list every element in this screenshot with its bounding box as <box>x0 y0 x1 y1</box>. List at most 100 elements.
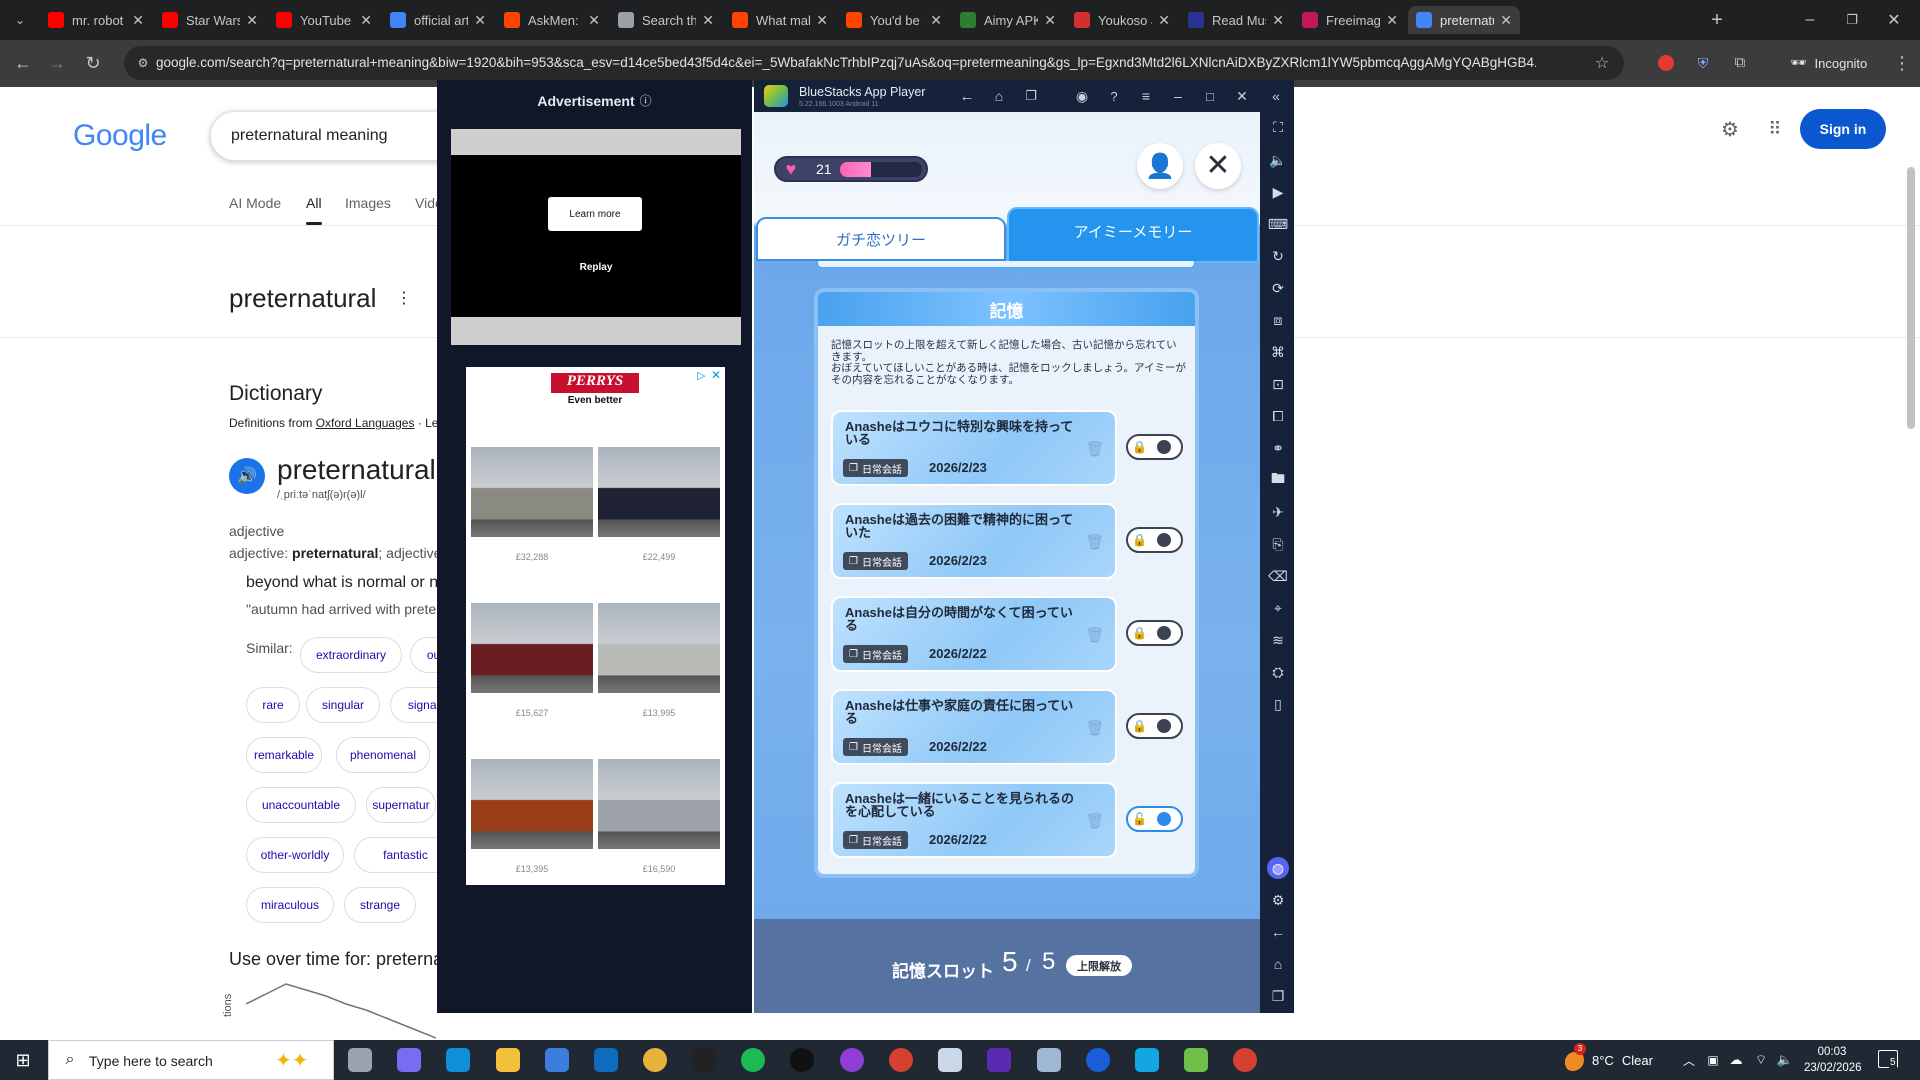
info-icon[interactable]: ⓘ <box>640 92 652 109</box>
browser-tab[interactable]: What make ✕ <box>724 6 836 34</box>
tab-aimy-memory[interactable]: アイミーメモリー <box>1007 207 1259 263</box>
discord-icon[interactable]: ◍ <box>1267 857 1289 879</box>
similar-word-chip[interactable]: strange <box>344 887 416 923</box>
minimize-icon[interactable]: – <box>1798 8 1822 32</box>
memory-card[interactable]: Anasheは過去の困難で精神的に困っていた ❐ 日常会話 2026/2/23 🗑 <box>831 503 1117 579</box>
similar-word-chip[interactable]: phenomenal <box>336 737 430 773</box>
app-glass-icon[interactable] <box>1037 1048 1061 1072</box>
store-icon[interactable] <box>545 1048 569 1072</box>
macro-icon[interactable]: ⌘ <box>1267 341 1289 363</box>
learn-more-button[interactable]: Learn more <box>548 197 642 231</box>
new-tab-button[interactable]: + <box>1706 9 1728 31</box>
adchoices-icon[interactable]: ▷ <box>697 369 705 382</box>
capture-icon[interactable]: ⧠ <box>1267 405 1289 427</box>
browser-tab[interactable]: AskMen: a ✕ <box>496 6 608 34</box>
memory-card[interactable]: Anasheは自分の時間がなくて困っている ❐ 日常会話 2026/2/22 🗑 <box>831 596 1117 672</box>
similar-word-chip[interactable]: unaccountable <box>246 787 356 823</box>
forward-icon[interactable]: → <box>46 52 68 74</box>
settings-gear-icon[interactable]: ⚙ <box>1718 117 1742 141</box>
close-tab-icon[interactable]: ✕ <box>132 12 144 29</box>
bs-home-icon[interactable]: ⌂ <box>989 86 1009 106</box>
close-tab-icon[interactable]: ✕ <box>246 12 258 29</box>
close-tab-icon[interactable]: ✕ <box>1386 12 1398 29</box>
sidebar-toggle-icon[interactable]: ▯ <box>1267 693 1289 715</box>
bs-recent-icon[interactable]: ❐ <box>1021 86 1041 106</box>
paint-icon[interactable] <box>938 1048 962 1072</box>
browser-tab[interactable]: Aimy APK ✕ <box>952 6 1064 34</box>
fullscreen-icon[interactable]: ⛶ <box>1267 116 1289 138</box>
bs-account-icon[interactable]: ◉ <box>1072 86 1092 106</box>
browser-tab[interactable]: You'd be s ✕ <box>838 6 950 34</box>
bs-help-icon[interactable]: ? <box>1104 86 1124 106</box>
file-explorer-icon[interactable] <box>496 1048 520 1072</box>
close-tab-icon[interactable]: ✕ <box>1044 12 1056 29</box>
browser-tab[interactable]: Freeimage ✕ <box>1294 6 1406 34</box>
bookmark-star-icon[interactable]: ☆ <box>1592 53 1612 73</box>
copilot-icon[interactable] <box>397 1048 421 1072</box>
sign-in-button[interactable]: Sign in <box>1800 109 1886 149</box>
volume-icon[interactable]: 🔈 <box>1776 1050 1794 1070</box>
home-icon[interactable]: ⌂ <box>1267 953 1289 975</box>
gamepad-icon[interactable]: ⧈ <box>1267 309 1289 331</box>
similar-word-chip[interactable]: extraordinary <box>300 637 402 673</box>
settings-alt-icon[interactable]: ⛭ <box>1267 661 1289 683</box>
page-scrollbar[interactable] <box>1907 167 1915 429</box>
chrome-alt-icon[interactable] <box>889 1048 913 1072</box>
source-link[interactable]: Oxford Languages <box>316 416 415 430</box>
trash-icon[interactable]: 🗑 <box>1085 812 1104 830</box>
extension-red-icon[interactable] <box>1658 55 1674 71</box>
menu-dots-icon[interactable]: ⋮ <box>1892 52 1912 74</box>
memory-card[interactable]: Anasheはユウコに特別な興味を持っている ❐ 日常会話 2026/2/23 🗑 <box>831 410 1117 486</box>
back-icon[interactable]: ← <box>12 52 34 74</box>
restore-icon[interactable]: ❐ <box>1840 8 1864 32</box>
back-icon[interactable]: ← <box>1267 921 1289 943</box>
spotify-icon[interactable] <box>741 1048 765 1072</box>
car-image[interactable] <box>471 447 593 537</box>
similar-word-chip[interactable]: remarkable <box>246 737 322 773</box>
outlook-icon[interactable] <box>594 1048 618 1072</box>
close-tab-icon[interactable]: ✕ <box>702 12 714 29</box>
similar-word-chip[interactable]: rare <box>246 687 300 723</box>
browser-tab[interactable]: preternatu ✕ <box>1408 6 1520 34</box>
tab-all[interactable]: All <box>306 195 322 211</box>
car-image[interactable] <box>471 603 593 693</box>
memory-lock-toggle[interactable]: 🔒 <box>1126 713 1183 739</box>
browser-tab[interactable]: mr. robot v ✕ <box>40 6 152 34</box>
trash-icon[interactable]: 🗑 <box>1085 533 1104 551</box>
car-image[interactable] <box>598 447 720 537</box>
onedrive-icon[interactable]: ☁ <box>1726 1050 1746 1070</box>
bluestacks-taskbar-icon[interactable] <box>1184 1048 1208 1072</box>
browser-tab[interactable]: Star Wars I ✕ <box>154 6 266 34</box>
volume-icon[interactable]: 🔈 <box>1267 149 1289 171</box>
network-icon[interactable]: ⌔ <box>1752 1050 1770 1070</box>
heading-more-icon[interactable]: ⋮ <box>396 287 412 309</box>
app-cyan-icon[interactable] <box>1135 1048 1159 1072</box>
address-bar[interactable]: ⚙ google.com/search?q=preternatural+mean… <box>124 46 1624 80</box>
browser-tab[interactable]: Read Musi ✕ <box>1180 6 1292 34</box>
memory-lock-toggle[interactable]: 🔒 <box>1126 527 1183 553</box>
screenshot-icon[interactable]: ⊡ <box>1267 373 1289 395</box>
similar-word-chip[interactable]: miraculous <box>246 887 334 923</box>
task-view-icon[interactable] <box>348 1048 372 1072</box>
close-tab-icon[interactable]: ✕ <box>1272 12 1284 29</box>
browser-tab[interactable]: Search thr ✕ <box>610 6 722 34</box>
ad-close-icon[interactable]: ✕ <box>711 368 721 382</box>
rotate-icon[interactable]: ↻ <box>1267 245 1289 267</box>
multi-instance-icon[interactable]: ⚭ <box>1267 437 1289 459</box>
taskbar-search-box[interactable]: ⌕ Type here to search ✦✦ <box>48 1040 334 1080</box>
windows-start-icon[interactable]: ⊞ <box>10 1048 36 1072</box>
apps-grid-icon[interactable]: ⠿ <box>1763 117 1787 141</box>
shield-extension-icon[interactable]: ⛨ <box>1694 53 1712 73</box>
search-query[interactable]: preternatural meaning <box>231 127 388 145</box>
location-icon[interactable]: ⌖ <box>1267 597 1289 619</box>
site-info-icon[interactable]: ⚙ <box>134 54 152 72</box>
bs-back-icon[interactable]: ← <box>957 86 977 106</box>
bs-collapse-sidebar-icon[interactable]: « <box>1266 86 1286 106</box>
memory-lock-toggle[interactable]: 🔒 <box>1126 620 1183 646</box>
sync-icon[interactable]: ⟳ <box>1267 277 1289 299</box>
erase-icon[interactable]: ⌫ <box>1267 565 1289 587</box>
app-purple2-icon[interactable] <box>987 1048 1011 1072</box>
close-tab-icon[interactable]: ✕ <box>474 12 486 29</box>
edge-icon[interactable] <box>446 1048 470 1072</box>
car-image[interactable] <box>471 759 593 849</box>
